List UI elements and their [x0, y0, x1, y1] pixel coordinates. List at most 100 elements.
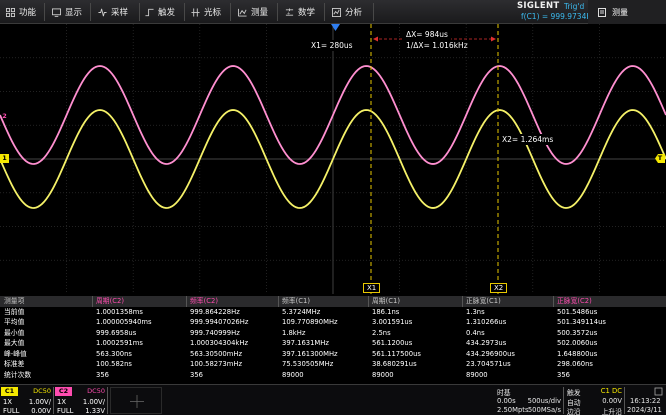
- measurement-value: 109.770890MHz: [282, 318, 338, 326]
- timebase-points: 2.50Mpts: [497, 406, 529, 414]
- timebase-scale: 500us/div: [527, 397, 561, 405]
- menu-measure[interactable]: 测量: [238, 0, 268, 24]
- waveform-display[interactable]: [0, 24, 666, 294]
- brand-logo: SIGLENT: [517, 1, 560, 11]
- c2-channel-box[interactable]: C2 DC50 1X 1.00V/ FULL 1.33V: [55, 387, 107, 415]
- sample-rate: 500MSa/s: [527, 406, 561, 414]
- status-panel: C1 DC50 1X 1.00V/ FULL 0.00V C2 DC50 1X …: [0, 384, 666, 415]
- measurement-value: 0.4ns: [466, 328, 485, 337]
- measure-icon: [238, 8, 247, 17]
- measurement-header-cell[interactable]: 周期(C1): [372, 296, 400, 307]
- menu-function-label: 功能: [19, 8, 37, 18]
- c1-offset-marker[interactable]: 1: [0, 154, 9, 163]
- measurement-value: 1.0001358ms: [96, 307, 143, 316]
- menu-trigger[interactable]: 触发: [145, 0, 175, 24]
- menu-cursor[interactable]: 光标: [191, 0, 221, 24]
- menu-math[interactable]: + 数学: [285, 0, 315, 24]
- measurement-value: 89000: [466, 370, 488, 379]
- measurement-value: 999.6958us: [96, 328, 137, 337]
- measurement-value: 501.349114us: [557, 318, 606, 326]
- measurement-stat-label: 标准差: [4, 360, 25, 368]
- display-icon: [52, 7, 61, 17]
- menu-acquire-label: 采样: [111, 8, 129, 18]
- menu-function[interactable]: 功能: [6, 0, 36, 24]
- measurement-row: 标准差 100.582ns 100.58273mHz 75.530505MHz 38.6…: [0, 359, 666, 370]
- clock-time: 16:13:22: [630, 397, 661, 405]
- c1-channel-box[interactable]: C1 DC50 1X 1.00V/ FULL 0.00V: [1, 387, 53, 415]
- trigger-status: Trig'd: [564, 2, 585, 11]
- menu-math-label: 数学: [298, 8, 316, 18]
- measurement-value: 89000: [282, 370, 304, 379]
- c1-bandwidth: FULL: [3, 407, 20, 415]
- measurement-value: 502.0060us: [557, 339, 598, 347]
- trigger-icon: [145, 8, 154, 16]
- measurement-header-cell[interactable]: 正脉宽(C1): [466, 296, 501, 307]
- measurement-header-cell[interactable]: 频率(C2): [190, 296, 218, 307]
- measurement-value: 75.530505MHz: [282, 360, 334, 368]
- measurement-row: 统计次数 356 356 89000 89000 89000 356: [0, 370, 666, 381]
- plus-icon: [130, 395, 144, 408]
- trigger-title: 触发: [567, 389, 581, 397]
- c2-offset-marker[interactable]: 2: [0, 112, 9, 121]
- c2-probe: 1X: [57, 398, 66, 406]
- analysis-icon: [332, 7, 341, 17]
- menu-analysis[interactable]: 分析: [332, 0, 362, 24]
- delta-x-readout: ΔX= 984us: [403, 29, 451, 40]
- cursor-x1-marker[interactable]: X1: [363, 283, 381, 293]
- measurement-row: 峰-峰值 563.300ns 563.30500mHz 397.161300MHz 56…: [0, 349, 666, 360]
- menu-cursor-label: 光标: [204, 8, 222, 18]
- c2-coupling: DC50: [87, 387, 105, 395]
- measurement-value: 298.060ns: [557, 360, 593, 368]
- measure-panel-label: 测量: [612, 7, 628, 17]
- menu-acquire[interactable]: 采样: [98, 0, 128, 24]
- frequency-readout: f(C1) = 999.9734Hz: [521, 12, 596, 21]
- measurement-value: 999.99407026Hz: [190, 318, 249, 326]
- measurement-value: 89000: [372, 370, 394, 379]
- c1-tag: C1: [1, 387, 18, 396]
- measurement-value: 561.1200us: [372, 339, 413, 347]
- measurement-value: 500.3572us: [557, 328, 598, 337]
- measurement-value: 434.296900us: [466, 349, 515, 358]
- cursor-x2-marker[interactable]: X2: [490, 283, 508, 293]
- inverse-delta-x-readout: 1/ΔX= 1.016kHz: [403, 40, 471, 51]
- measurement-stat-label: 最小值: [4, 328, 25, 337]
- measurement-value: 397.1631MHz: [282, 339, 329, 347]
- measurement-value: 100.58273mHz: [190, 360, 243, 368]
- menu-trigger-label: 触发: [158, 8, 176, 18]
- cursor-x2-readout: X2= 1.264ms: [499, 134, 557, 145]
- c2-scale: 1.00V/: [82, 398, 105, 406]
- measurement-value: 356: [190, 370, 203, 379]
- timebase-box[interactable]: 时基 0.00s 500us/div 2.50Mpts 500MSa/s: [493, 387, 563, 415]
- measurement-value: 3.001591us: [372, 318, 413, 326]
- measurement-header-cell[interactable]: 正脉宽(C2): [557, 296, 592, 307]
- cursor-x1-readout: X1= 280us: [308, 40, 356, 51]
- measurement-value: 1.8kHz: [282, 328, 306, 337]
- measurement-row: 最大值 1.0002591ms 1.000304304kHz 397.1631MHz 5…: [0, 338, 666, 349]
- measurement-value: 5.3724MHz: [282, 307, 321, 316]
- delta-arrow-right-icon: [491, 36, 496, 42]
- c1-offset: 0.00V: [31, 407, 51, 415]
- measurement-header-cell[interactable]: 周期(C2): [96, 296, 124, 307]
- acquire-icon: [98, 8, 107, 16]
- measurement-stat-label: 平均值: [4, 318, 25, 326]
- measurement-header-cell[interactable]: 频率(C1): [282, 296, 310, 307]
- c2-bandwidth: FULL: [57, 407, 74, 415]
- trigger-level: 0.00V: [602, 397, 622, 405]
- trigger-source: C1 DC: [600, 387, 622, 395]
- clock: 16:13:22 2024/3/11: [626, 387, 666, 415]
- timebase-title: 时基: [497, 389, 511, 397]
- measure-panel-button[interactable]: 测量: [588, 0, 666, 24]
- add-channel-button[interactable]: [110, 387, 162, 414]
- measurement-value: 434.2973us: [466, 339, 507, 347]
- trigger-position-icon[interactable]: [331, 24, 340, 31]
- measurement-value: 356: [96, 370, 109, 379]
- measurement-value: 501.5486us: [557, 307, 598, 316]
- measurement-value: 397.161300MHz: [282, 349, 338, 358]
- menu-display[interactable]: 显示: [52, 0, 82, 24]
- measurement-stat-label: 统计次数: [4, 370, 32, 379]
- trigger-box[interactable]: 触发 C1 DC 自动 0.00V 边沿 上升沿: [564, 387, 624, 415]
- trigger-type: 边沿: [567, 408, 581, 415]
- measurement-value: 100.582ns: [96, 360, 132, 368]
- measurement-value: 563.300ns: [96, 349, 132, 358]
- svg-text:+: +: [287, 10, 291, 16]
